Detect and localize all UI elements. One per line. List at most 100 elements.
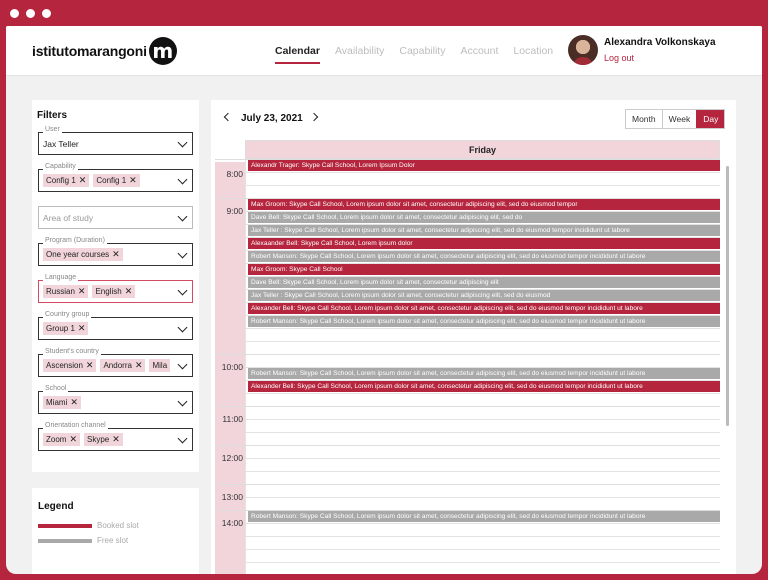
free-swatch xyxy=(38,538,92,543)
close-icon[interactable]: ✕ xyxy=(78,324,86,333)
chip-list: Miami ✕ xyxy=(43,396,177,409)
logout-link[interactable]: Log out xyxy=(604,53,716,63)
free-slot[interactable]: Dave Bell: Skype Call School, Lorem ipsu… xyxy=(248,277,720,288)
grid-line xyxy=(245,185,720,186)
booked-slot[interactable]: Alexandr Trager: Skype Call School, Lore… xyxy=(248,160,720,171)
window-dot-icon[interactable] xyxy=(42,9,51,18)
close-icon[interactable]: ✕ xyxy=(78,287,86,296)
view-switcher: Month Week Day xyxy=(625,109,726,129)
grid-line xyxy=(245,393,720,394)
free-slot[interactable]: Jax Teller : Skype Call School, Lorem ip… xyxy=(248,290,720,301)
chevron-down-icon[interactable] xyxy=(177,248,188,259)
legend-panel: Legend Booked slot Free slot xyxy=(32,488,199,574)
nav-capability[interactable]: Capability xyxy=(399,45,445,64)
chip-label: Miami xyxy=(46,398,68,407)
time-label: 13:00 xyxy=(221,492,243,502)
day-header: Friday xyxy=(245,140,720,159)
scrollbar[interactable] xyxy=(726,166,729,426)
user-name: Alexandra Volkonskaya xyxy=(604,37,716,48)
capability-filter[interactable]: Capability Config 1 ✕ Config 1 ✕ xyxy=(38,163,193,192)
avatar[interactable] xyxy=(568,35,598,65)
close-icon[interactable]: ✕ xyxy=(79,176,87,185)
chip-label: Russian xyxy=(46,287,75,296)
chevron-down-icon[interactable] xyxy=(177,285,188,296)
view-week-button[interactable]: Week xyxy=(661,110,697,128)
main-nav: Calendar Availability Capability Account… xyxy=(275,45,553,64)
free-slot[interactable]: Robert Manson: Skype Call School, Lorem … xyxy=(248,368,720,379)
view-month-button[interactable]: Month xyxy=(626,110,662,128)
area-of-study-filter[interactable]: Area of study xyxy=(38,206,193,229)
chevron-down-icon[interactable] xyxy=(177,137,188,148)
logo[interactable]: istitutomarangoni m xyxy=(32,37,177,65)
language-filter-label: Language xyxy=(43,274,79,281)
country-group-filter[interactable]: Country group Group 1 ✕ xyxy=(38,311,193,340)
grid-line xyxy=(245,562,720,563)
chevron-down-icon[interactable] xyxy=(177,211,188,222)
time-label: 12:00 xyxy=(221,453,243,463)
calendar-panel: July 23, 2021 Month Week Day Friday 8:00… xyxy=(211,100,736,574)
close-icon[interactable]: ✕ xyxy=(129,176,137,185)
time-slot: 9:00 xyxy=(215,198,245,354)
chip-list: Config 1 ✕ Config 1 ✕ xyxy=(43,174,177,187)
legend-booked-label: Booked slot xyxy=(97,521,139,530)
school-filter[interactable]: School Miami ✕ xyxy=(38,385,193,414)
chip-list: Group 1 ✕ xyxy=(43,322,177,335)
orientation-channel-filter[interactable]: Orientation channel Zoom ✕ Skype ✕ xyxy=(38,422,193,451)
chip-label: One year courses xyxy=(46,250,110,259)
chevron-down-icon[interactable] xyxy=(177,359,188,370)
chevron-right-icon[interactable] xyxy=(309,112,319,122)
chip-label: Skype xyxy=(87,435,110,444)
close-icon[interactable]: ✕ xyxy=(70,398,78,407)
filter-chip: Russian ✕ xyxy=(43,285,89,298)
free-slot[interactable]: Dave Bell: Skype Call School, Lorem ipsu… xyxy=(248,212,720,223)
filter-chip: Config 1 ✕ xyxy=(93,174,140,187)
chevron-down-icon[interactable] xyxy=(177,433,188,444)
chevron-left-icon[interactable] xyxy=(223,112,233,122)
nav-calendar[interactable]: Calendar xyxy=(275,45,320,64)
language-filter[interactable]: Language Russian ✕ English ✕ xyxy=(38,274,193,303)
close-icon[interactable]: ✕ xyxy=(69,435,77,444)
booked-slot[interactable]: Alexaander Bell: Skype Call School, Lore… xyxy=(248,238,720,249)
chip-label: Ascension xyxy=(46,361,83,370)
filters-panel: Filters User Jax Teller Capability Confi… xyxy=(32,100,199,472)
chip-label: Config 1 xyxy=(96,176,127,185)
close-icon[interactable]: ✕ xyxy=(112,435,120,444)
free-slot[interactable]: Robert Manson: Skype Call School, Lorem … xyxy=(248,511,720,522)
user-filter[interactable]: User Jax Teller xyxy=(38,126,193,155)
chevron-down-icon[interactable] xyxy=(177,396,188,407)
nav-availability[interactable]: Availability xyxy=(335,45,384,64)
view-day-button[interactable]: Day xyxy=(696,110,725,128)
chip-list: One year courses ✕ xyxy=(43,248,177,261)
free-slot[interactable]: Robert Manson: Skype Call School, Lorem … xyxy=(248,251,720,262)
time-label: 9:00 xyxy=(226,206,243,216)
booked-slot[interactable]: Max Groom: Skype Call School xyxy=(248,264,720,275)
booked-swatch xyxy=(38,523,92,528)
chevron-down-icon[interactable] xyxy=(177,174,188,185)
close-icon[interactable]: ✕ xyxy=(125,287,133,296)
window-dot-icon[interactable] xyxy=(10,9,19,18)
legend-booked: Booked slot xyxy=(38,521,193,530)
user-menu: Alexandra Volkonskaya Log out xyxy=(568,35,716,65)
close-icon[interactable]: ✕ xyxy=(135,361,143,370)
grid-line xyxy=(245,458,720,459)
free-slot[interactable]: Robert Manson: Skype Call School, Lorem … xyxy=(248,316,720,327)
booked-slot[interactable]: Alexander Bell: Skype Call School, Lorem… xyxy=(248,381,720,392)
program-filter[interactable]: Program (Duration) One year courses ✕ xyxy=(38,237,193,266)
nav-account[interactable]: Account xyxy=(460,45,498,64)
nav-location[interactable]: Location xyxy=(513,45,553,64)
chevron-down-icon[interactable] xyxy=(177,322,188,333)
grid-line xyxy=(245,419,720,420)
booked-slot[interactable]: Max Groom: Skype Call School, Lorem ipsu… xyxy=(248,199,720,210)
close-icon[interactable]: ✕ xyxy=(112,250,120,259)
app-window: istitutomarangoni m Calendar Availabilit… xyxy=(6,26,762,574)
window-dot-icon[interactable] xyxy=(26,9,35,18)
logo-mark-icon: m xyxy=(148,37,177,65)
close-icon[interactable]: ✕ xyxy=(86,361,94,370)
filter-chip: Ascension ✕ xyxy=(43,359,97,372)
user-filter-value: Jax Teller xyxy=(43,138,79,149)
booked-slot[interactable]: Alexander Bell: Skype Call School, Lorem… xyxy=(248,303,720,314)
legend-free-label: Free slot xyxy=(97,536,129,545)
free-slot[interactable]: Jax Teller : Skype Call School, Lorem ip… xyxy=(248,225,720,236)
students-country-filter[interactable]: Student's country Ascension ✕ Andorra ✕ Mi… xyxy=(38,348,193,377)
user-info: Alexandra Volkonskaya Log out xyxy=(604,37,716,63)
